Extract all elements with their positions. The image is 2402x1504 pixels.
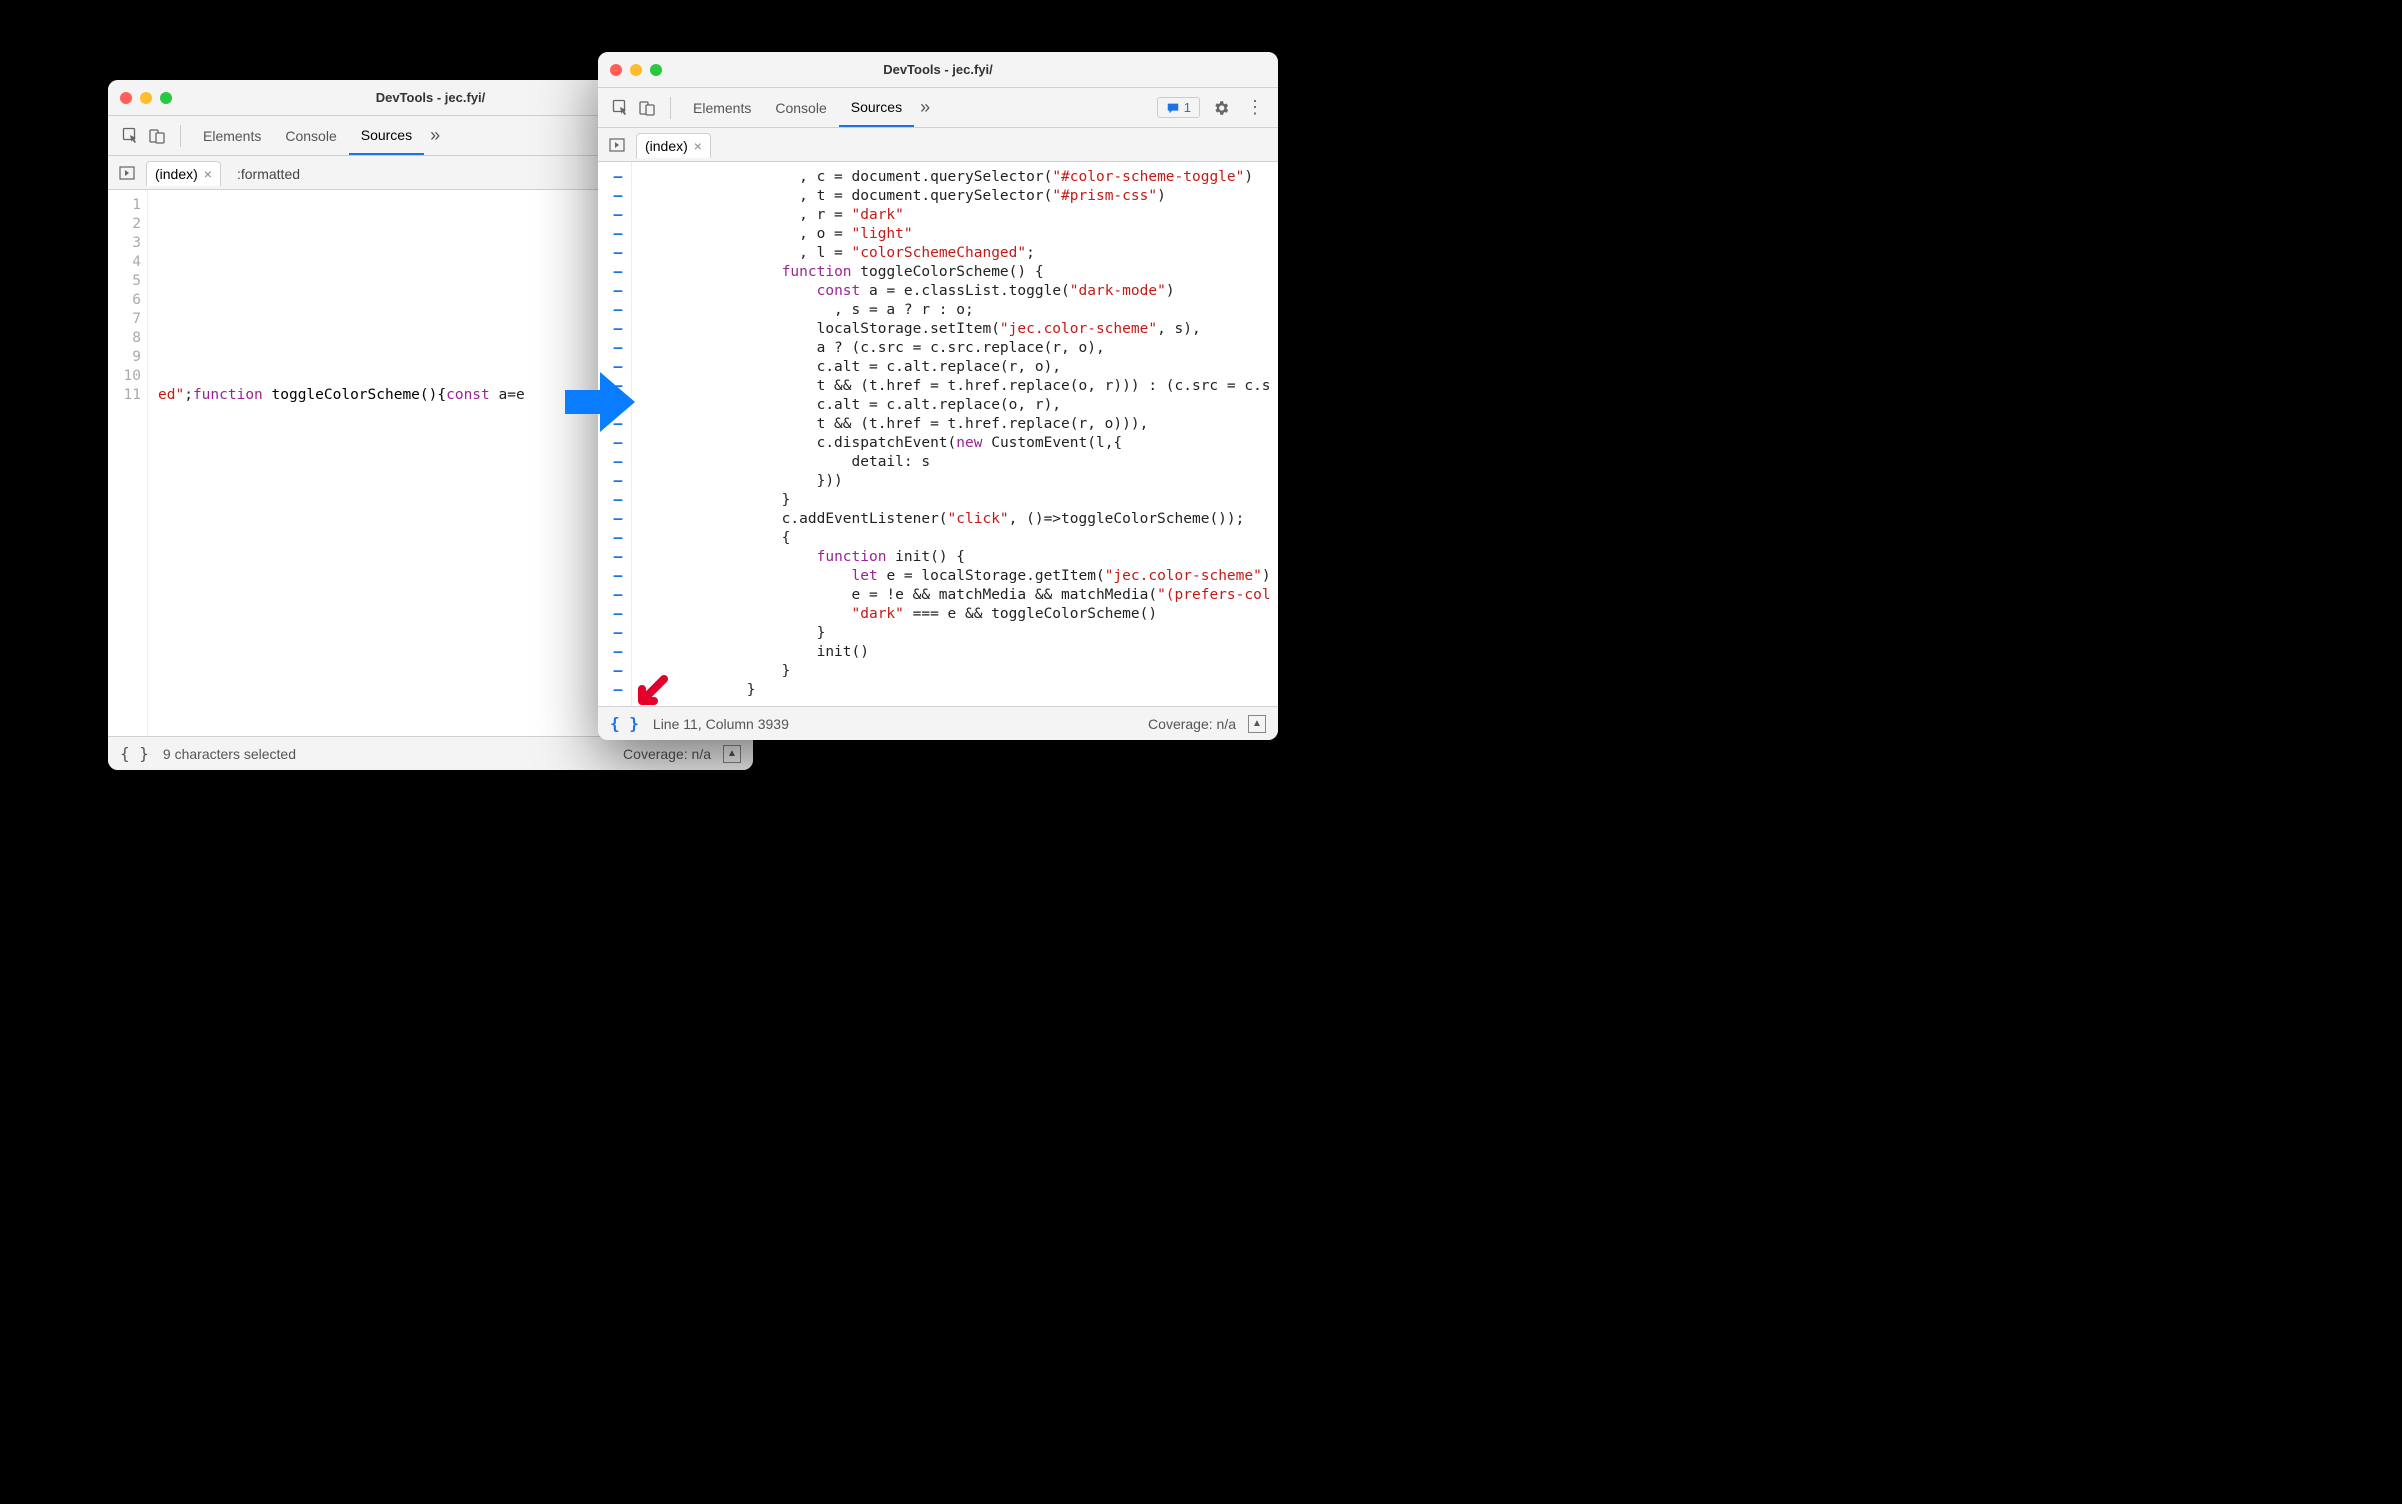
chat-icon <box>1166 101 1180 115</box>
tab-console[interactable]: Console <box>273 116 348 155</box>
tab-sources[interactable]: Sources <box>839 88 914 127</box>
status-coverage: Coverage: n/a <box>1148 716 1236 732</box>
device-toolbar-icon[interactable] <box>144 123 170 149</box>
tab-elements[interactable]: Elements <box>681 88 763 127</box>
show-sidebar-icon[interactable]: ▲ <box>1248 715 1266 733</box>
show-sidebar-icon[interactable]: ▲ <box>723 745 741 763</box>
tab-sources[interactable]: Sources <box>349 116 424 155</box>
navigator-toggle-icon[interactable] <box>606 137 628 153</box>
file-tabbar: (index) × <box>598 128 1278 162</box>
file-tab-index[interactable]: (index) × <box>636 133 711 158</box>
traffic-lights <box>610 64 662 76</box>
maximize-window-icon[interactable] <box>650 64 662 76</box>
file-tab-formatted[interactable]: :formatted <box>229 162 308 186</box>
minimize-window-icon[interactable] <box>140 92 152 104</box>
file-tab-label: :formatted <box>237 166 300 182</box>
status-cursor-position: Line 11, Column 3939 <box>653 716 789 732</box>
code-editor[interactable]: –––––––––––––––––––––––––––– , c = docum… <box>598 162 1278 706</box>
tab-console[interactable]: Console <box>763 88 838 127</box>
traffic-lights <box>120 92 172 104</box>
file-tab-label: (index) <box>645 138 688 154</box>
messages-count: 1 <box>1184 100 1191 115</box>
navigator-toggle-icon[interactable] <box>116 165 138 181</box>
window-title: DevTools - jec.fyi/ <box>598 62 1278 77</box>
toolbar-divider <box>670 97 671 119</box>
status-bar: { } Line 11, Column 3939 Coverage: n/a ▲ <box>598 706 1278 740</box>
status-coverage: Coverage: n/a <box>623 746 711 762</box>
device-toolbar-icon[interactable] <box>634 95 660 121</box>
close-window-icon[interactable] <box>610 64 622 76</box>
more-tabs-icon[interactable]: » <box>920 97 930 118</box>
annotation-red-arrow <box>630 675 670 720</box>
file-tab-label: (index) <box>155 166 198 182</box>
file-tab-index[interactable]: (index) × <box>146 161 221 186</box>
status-bar: { } 9 characters selected Coverage: n/a … <box>108 736 753 770</box>
kebab-menu-icon[interactable]: ⋮ <box>1242 95 1268 121</box>
status-selected-text: 9 characters selected <box>163 746 296 762</box>
close-icon[interactable]: × <box>694 139 702 153</box>
annotation-blue-arrow <box>560 362 640 442</box>
more-tabs-icon[interactable]: » <box>430 125 440 146</box>
main-toolbar: Elements Console Sources » 1 ⋮ <box>598 88 1278 128</box>
code-content[interactable]: , c = document.querySelector("#color-sch… <box>632 162 1278 706</box>
tab-elements[interactable]: Elements <box>191 116 273 155</box>
messages-badge[interactable]: 1 <box>1157 97 1200 118</box>
inspect-element-icon[interactable] <box>118 123 144 149</box>
line-number-gutter: 1234567891011 <box>108 190 148 736</box>
inspect-element-icon[interactable] <box>608 95 634 121</box>
pretty-print-icon[interactable]: { } <box>120 744 149 763</box>
maximize-window-icon[interactable] <box>160 92 172 104</box>
devtools-window-right: DevTools - jec.fyi/ Elements Console Sou… <box>598 52 1278 740</box>
close-window-icon[interactable] <box>120 92 132 104</box>
close-icon[interactable]: × <box>204 167 212 181</box>
toolbar-divider <box>180 125 181 147</box>
settings-icon[interactable] <box>1208 95 1234 121</box>
minimize-window-icon[interactable] <box>630 64 642 76</box>
titlebar[interactable]: DevTools - jec.fyi/ <box>598 52 1278 88</box>
